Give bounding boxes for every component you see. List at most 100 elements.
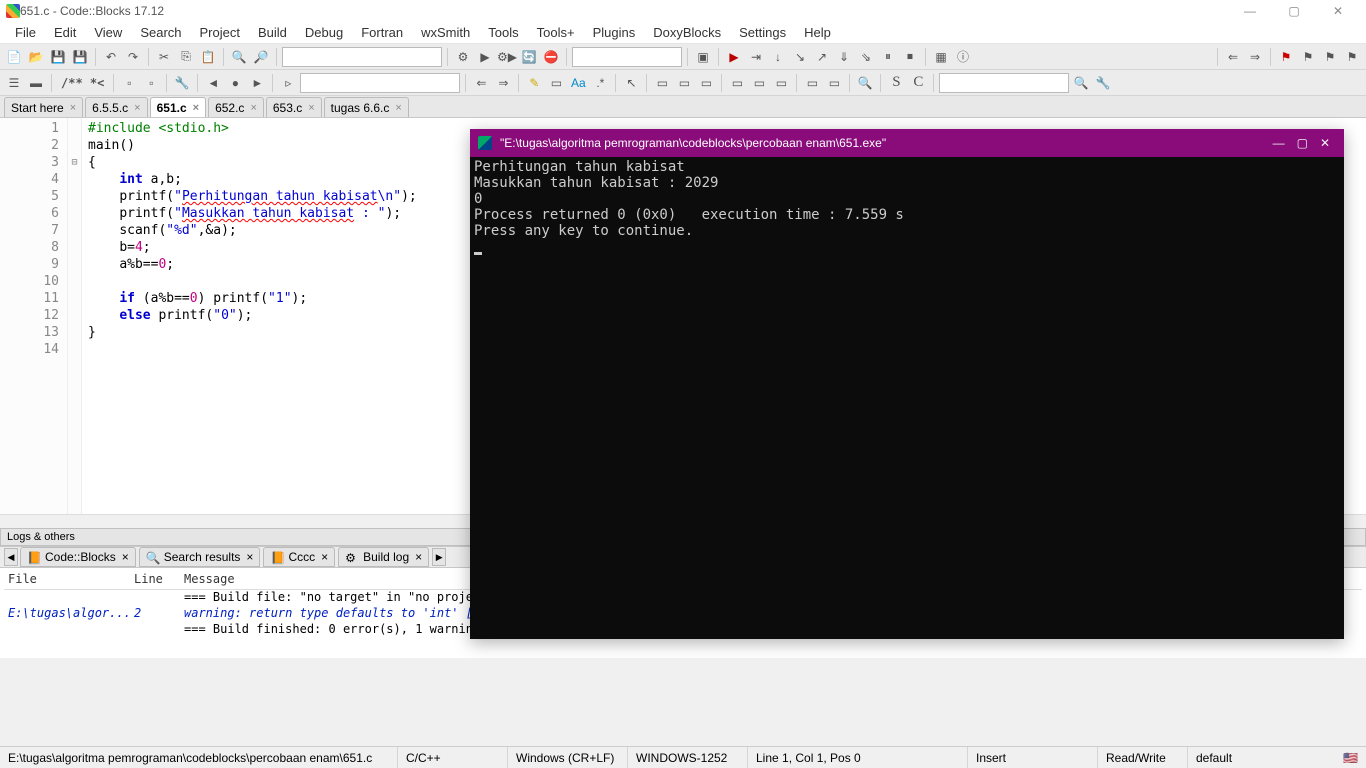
search-options-icon[interactable]: 🔧 <box>1093 73 1113 93</box>
target-combo[interactable] <box>572 47 682 67</box>
menu-project[interactable]: Project <box>191 23 249 42</box>
find-icon[interactable]: 🔍 <box>229 47 249 67</box>
log-tab-codeblocks[interactable]: 📙Code::Blocks× <box>20 547 136 567</box>
next-instr-icon[interactable]: ⇓ <box>834 47 854 67</box>
close-button[interactable]: ✕ <box>1316 0 1360 22</box>
fwd-arrow-icon[interactable]: ⇒ <box>493 73 513 93</box>
build-run-icon[interactable]: ⚙▶ <box>497 47 517 67</box>
back-arrow-icon[interactable]: ⇐ <box>471 73 491 93</box>
maximize-button[interactable]: ▢ <box>1272 0 1316 22</box>
close-icon[interactable]: × <box>246 550 253 564</box>
close-icon[interactable]: × <box>395 102 401 114</box>
tab-scroll-left-icon[interactable]: ◀ <box>4 548 18 566</box>
zoom-icon[interactable]: 🔍 <box>855 73 875 93</box>
break-icon[interactable]: ⏸ <box>878 47 898 67</box>
box8-icon[interactable]: ▭ <box>824 73 844 93</box>
comment-icon[interactable]: /** *< <box>57 73 108 93</box>
selection-icon[interactable]: ▭ <box>546 73 566 93</box>
save-all-icon[interactable]: 💾 <box>70 47 90 67</box>
close-icon[interactable]: × <box>122 550 129 564</box>
pointer-icon[interactable]: ↖ <box>621 73 641 93</box>
debug-windows-icon[interactable]: ▦ <box>931 47 951 67</box>
tab-start-here[interactable]: Start here× <box>4 97 83 117</box>
menu-help[interactable]: Help <box>795 23 840 42</box>
menu-file[interactable]: File <box>6 23 45 42</box>
run-doxy-icon[interactable]: ▫ <box>119 73 139 93</box>
doxy-line-icon[interactable]: ▬ <box>26 73 46 93</box>
search-combo[interactable] <box>939 73 1069 93</box>
menu-build[interactable]: Build <box>249 23 296 42</box>
close-icon[interactable]: × <box>193 102 199 114</box>
rebuild-icon[interactable]: 🔄 <box>519 47 539 67</box>
stop-icon[interactable]: ⏹ <box>900 47 920 67</box>
console-close-button[interactable]: ✕ <box>1320 136 1330 150</box>
debug-run-icon[interactable]: ▶ <box>724 47 744 67</box>
box2-icon[interactable]: ▭ <box>674 73 694 93</box>
menu-settings[interactable]: Settings <box>730 23 795 42</box>
highlight-icon[interactable]: ✎ <box>524 73 544 93</box>
build-target-combo[interactable] <box>282 47 442 67</box>
letter-c-icon[interactable]: C <box>908 73 928 93</box>
last-jump-icon[interactable]: ▹ <box>278 73 298 93</box>
text-icon[interactable]: Aa <box>568 73 588 93</box>
tab-653c[interactable]: 653.c× <box>266 97 322 117</box>
jump-combo[interactable] <box>300 73 460 93</box>
box1-icon[interactable]: ▭ <box>652 73 672 93</box>
jump-frame-icon[interactable]: ● <box>225 73 245 93</box>
menu-tools[interactable]: Tools <box>479 23 527 42</box>
menu-toolsplus[interactable]: Tools+ <box>528 23 584 42</box>
menu-wxsmith[interactable]: wxSmith <box>412 23 479 42</box>
box5-icon[interactable]: ▭ <box>749 73 769 93</box>
log-tab-cccc[interactable]: 📙Cccc× <box>263 547 335 567</box>
bookmark-next-icon[interactable]: ⚑ <box>1320 47 1340 67</box>
close-icon[interactable]: × <box>134 102 140 114</box>
close-icon[interactable]: × <box>308 102 314 114</box>
letter-s-icon[interactable]: S <box>886 73 906 93</box>
menu-debug[interactable]: Debug <box>296 23 352 42</box>
nav-back-icon[interactable]: ⇐ <box>1223 47 1243 67</box>
console-maximize-button[interactable]: ▢ <box>1297 136 1308 150</box>
replace-icon[interactable]: 🔎 <box>251 47 271 67</box>
cut-icon[interactable]: ✂ <box>154 47 174 67</box>
copy-icon[interactable]: ⎘ <box>176 47 196 67</box>
menu-fortran[interactable]: Fortran <box>352 23 412 42</box>
box6-icon[interactable]: ▭ <box>771 73 791 93</box>
regex-icon[interactable]: .* <box>590 73 610 93</box>
close-icon[interactable]: × <box>415 550 422 564</box>
log-col-line[interactable]: Line <box>134 572 184 589</box>
menu-edit[interactable]: Edit <box>45 23 85 42</box>
jump-fwd-icon[interactable]: ► <box>247 73 267 93</box>
minimize-button[interactable]: — <box>1228 0 1272 22</box>
console-body[interactable]: Perhitungan tahun kabisat Masukkan tahun… <box>470 157 1344 639</box>
redo-icon[interactable]: ↷ <box>123 47 143 67</box>
bookmark-flag-red-icon[interactable]: ⚑ <box>1276 47 1296 67</box>
show-select-target-icon[interactable]: ▣ <box>693 47 713 67</box>
box3-icon[interactable]: ▭ <box>696 73 716 93</box>
tab-655c[interactable]: 6.5.5.c× <box>85 97 147 117</box>
open-file-icon[interactable]: 📂 <box>26 47 46 67</box>
search-go-icon[interactable]: 🔍 <box>1071 73 1091 93</box>
next-line-icon[interactable]: ↓ <box>768 47 788 67</box>
step-out-icon[interactable]: ↗ <box>812 47 832 67</box>
console-titlebar[interactable]: "E:\tugas\algoritma pemrograman\codebloc… <box>470 129 1344 157</box>
tab-scroll-right-icon[interactable]: ▶ <box>432 548 446 566</box>
close-icon[interactable]: × <box>250 102 256 114</box>
box4-icon[interactable]: ▭ <box>727 73 747 93</box>
undo-icon[interactable]: ↶ <box>101 47 121 67</box>
log-col-file[interactable]: File <box>4 572 134 589</box>
bookmark-prev-icon[interactable]: ⚑ <box>1298 47 1318 67</box>
menu-search[interactable]: Search <box>131 23 190 42</box>
nav-fwd-icon[interactable]: ⇒ <box>1245 47 1265 67</box>
jump-back-icon[interactable]: ◄ <box>203 73 223 93</box>
tab-tugas66c[interactable]: tugas 6.6.c× <box>324 97 409 117</box>
menu-view[interactable]: View <box>85 23 131 42</box>
log-tab-buildlog[interactable]: ⚙Build log× <box>338 547 429 567</box>
step-instr-icon[interactable]: ⇘ <box>856 47 876 67</box>
close-icon[interactable]: × <box>70 102 76 114</box>
console-window[interactable]: "E:\tugas\algoritma pemrograman\codebloc… <box>470 129 1344 639</box>
console-minimize-button[interactable]: — <box>1273 136 1285 150</box>
doxy-config-icon[interactable]: 🔧 <box>172 73 192 93</box>
close-icon[interactable]: × <box>321 550 328 564</box>
menu-plugins[interactable]: Plugins <box>584 23 645 42</box>
save-icon[interactable]: 💾 <box>48 47 68 67</box>
